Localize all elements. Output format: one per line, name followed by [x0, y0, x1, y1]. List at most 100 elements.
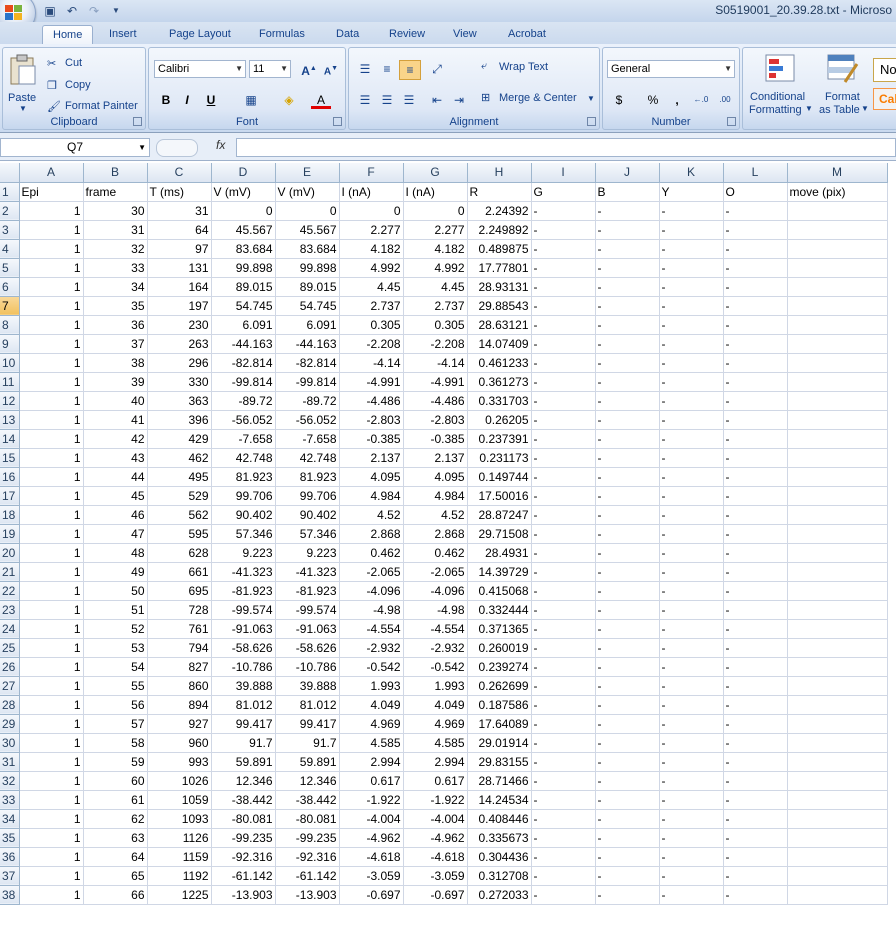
- cell-m28[interactable]: [787, 695, 888, 715]
- cell-d23[interactable]: -99.574: [211, 600, 276, 620]
- cell-d35[interactable]: -99.235: [211, 828, 276, 848]
- cell-l18[interactable]: -: [723, 505, 788, 525]
- cell-j24[interactable]: -: [595, 619, 660, 639]
- cell-l25[interactable]: -: [723, 638, 788, 658]
- row-header[interactable]: 31: [0, 752, 20, 772]
- cell-d22[interactable]: -81.923: [211, 581, 276, 601]
- cell-d33[interactable]: -38.442: [211, 790, 276, 810]
- number-format-combo[interactable]: General ▼: [607, 60, 735, 78]
- cell-h13[interactable]: 0.26205: [467, 410, 532, 430]
- cell-e30[interactable]: 91.7: [275, 733, 340, 753]
- cell-g26[interactable]: -0.542: [403, 657, 468, 677]
- cell-d17[interactable]: 99.706: [211, 486, 276, 506]
- cell-k19[interactable]: -: [659, 524, 724, 544]
- cell-d12[interactable]: -89.72: [211, 391, 276, 411]
- cell-d24[interactable]: -91.063: [211, 619, 276, 639]
- cell-h26[interactable]: 0.239274: [467, 657, 532, 677]
- cell-m37[interactable]: [787, 866, 888, 886]
- cell-k7[interactable]: -: [659, 296, 724, 316]
- cut-button[interactable]: Cut: [65, 57, 82, 69]
- cell-h36[interactable]: 0.304436: [467, 847, 532, 867]
- row-header[interactable]: 14: [0, 429, 20, 449]
- cell-e27[interactable]: 39.888: [275, 676, 340, 696]
- cell-m8[interactable]: [787, 315, 888, 335]
- cell-k26[interactable]: -: [659, 657, 724, 677]
- cell-b23[interactable]: 51: [83, 600, 148, 620]
- cell-c11[interactable]: 330: [147, 372, 212, 392]
- cell-g13[interactable]: -2.803: [403, 410, 468, 430]
- normal-style[interactable]: No: [873, 58, 896, 82]
- cell-l22[interactable]: -: [723, 581, 788, 601]
- cell-b24[interactable]: 52: [83, 619, 148, 639]
- cell-l10[interactable]: -: [723, 353, 788, 373]
- cell-k22[interactable]: -: [659, 581, 724, 601]
- cell-i29[interactable]: -: [531, 714, 596, 734]
- customize-toolbar-icon[interactable]: ▼: [108, 3, 124, 19]
- cell-h34[interactable]: 0.408446: [467, 809, 532, 829]
- cell-e29[interactable]: 99.417: [275, 714, 340, 734]
- calculation-style[interactable]: Cal: [873, 88, 896, 110]
- cell-d38[interactable]: -13.903: [211, 885, 276, 905]
- cell-g7[interactable]: 2.737: [403, 296, 468, 316]
- cell-c31[interactable]: 993: [147, 752, 212, 772]
- tab-home[interactable]: Home: [42, 25, 94, 45]
- cell-i25[interactable]: -: [531, 638, 596, 658]
- cell-a24[interactable]: 1: [19, 619, 84, 639]
- cell-l36[interactable]: -: [723, 847, 788, 867]
- cell-m14[interactable]: [787, 429, 888, 449]
- cell-g35[interactable]: -4.962: [403, 828, 468, 848]
- cell-j4[interactable]: -: [595, 239, 660, 259]
- cell-e5[interactable]: 99.898: [275, 258, 340, 278]
- row-header[interactable]: 25: [0, 638, 20, 658]
- cell-b34[interactable]: 62: [83, 809, 148, 829]
- cell-l27[interactable]: -: [723, 676, 788, 696]
- cell-c33[interactable]: 1059: [147, 790, 212, 810]
- cell-h10[interactable]: 0.461233: [467, 353, 532, 373]
- cell-l33[interactable]: -: [723, 790, 788, 810]
- cell-a37[interactable]: 1: [19, 866, 84, 886]
- cell-j33[interactable]: -: [595, 790, 660, 810]
- cell-l6[interactable]: -: [723, 277, 788, 297]
- cell-g28[interactable]: 4.049: [403, 695, 468, 715]
- cell-b19[interactable]: 47: [83, 524, 148, 544]
- cell-g38[interactable]: -0.697: [403, 885, 468, 905]
- cell-a34[interactable]: 1: [19, 809, 84, 829]
- cell-k15[interactable]: -: [659, 448, 724, 468]
- cell-l3[interactable]: -: [723, 220, 788, 240]
- cell-k4[interactable]: -: [659, 239, 724, 259]
- format-as-table-button[interactable]: Format: [825, 91, 860, 103]
- increase-decimal-icon[interactable]: ←.0: [691, 91, 711, 109]
- row-header[interactable]: 21: [0, 562, 20, 582]
- tab-view[interactable]: View: [443, 25, 487, 44]
- row-header[interactable]: 26: [0, 657, 20, 677]
- cell-f19[interactable]: 2.868: [339, 524, 404, 544]
- cell-k35[interactable]: -: [659, 828, 724, 848]
- column-header-c[interactable]: C: [147, 163, 212, 183]
- tab-formulas[interactable]: Formulas: [249, 25, 315, 44]
- cell-f22[interactable]: -4.096: [339, 581, 404, 601]
- cell-h1[interactable]: R: [467, 182, 532, 202]
- underline-icon[interactable]: U: [201, 91, 221, 109]
- cell-f3[interactable]: 2.277: [339, 220, 404, 240]
- cell-a8[interactable]: 1: [19, 315, 84, 335]
- cell-c4[interactable]: 97: [147, 239, 212, 259]
- percent-icon[interactable]: %: [643, 91, 663, 109]
- row-header[interactable]: 10: [0, 353, 20, 373]
- cell-d7[interactable]: 54.745: [211, 296, 276, 316]
- cell-m29[interactable]: [787, 714, 888, 734]
- cell-b36[interactable]: 64: [83, 847, 148, 867]
- cell-g37[interactable]: -3.059: [403, 866, 468, 886]
- cell-j20[interactable]: -: [595, 543, 660, 563]
- cell-h6[interactable]: 28.93131: [467, 277, 532, 297]
- cell-m15[interactable]: [787, 448, 888, 468]
- cell-g34[interactable]: -4.004: [403, 809, 468, 829]
- cell-f8[interactable]: 0.305: [339, 315, 404, 335]
- cell-i22[interactable]: -: [531, 581, 596, 601]
- cell-k33[interactable]: -: [659, 790, 724, 810]
- cell-b30[interactable]: 58: [83, 733, 148, 753]
- cell-b12[interactable]: 40: [83, 391, 148, 411]
- row-header[interactable]: 34: [0, 809, 20, 829]
- cell-j8[interactable]: -: [595, 315, 660, 335]
- cell-g3[interactable]: 2.277: [403, 220, 468, 240]
- cell-a15[interactable]: 1: [19, 448, 84, 468]
